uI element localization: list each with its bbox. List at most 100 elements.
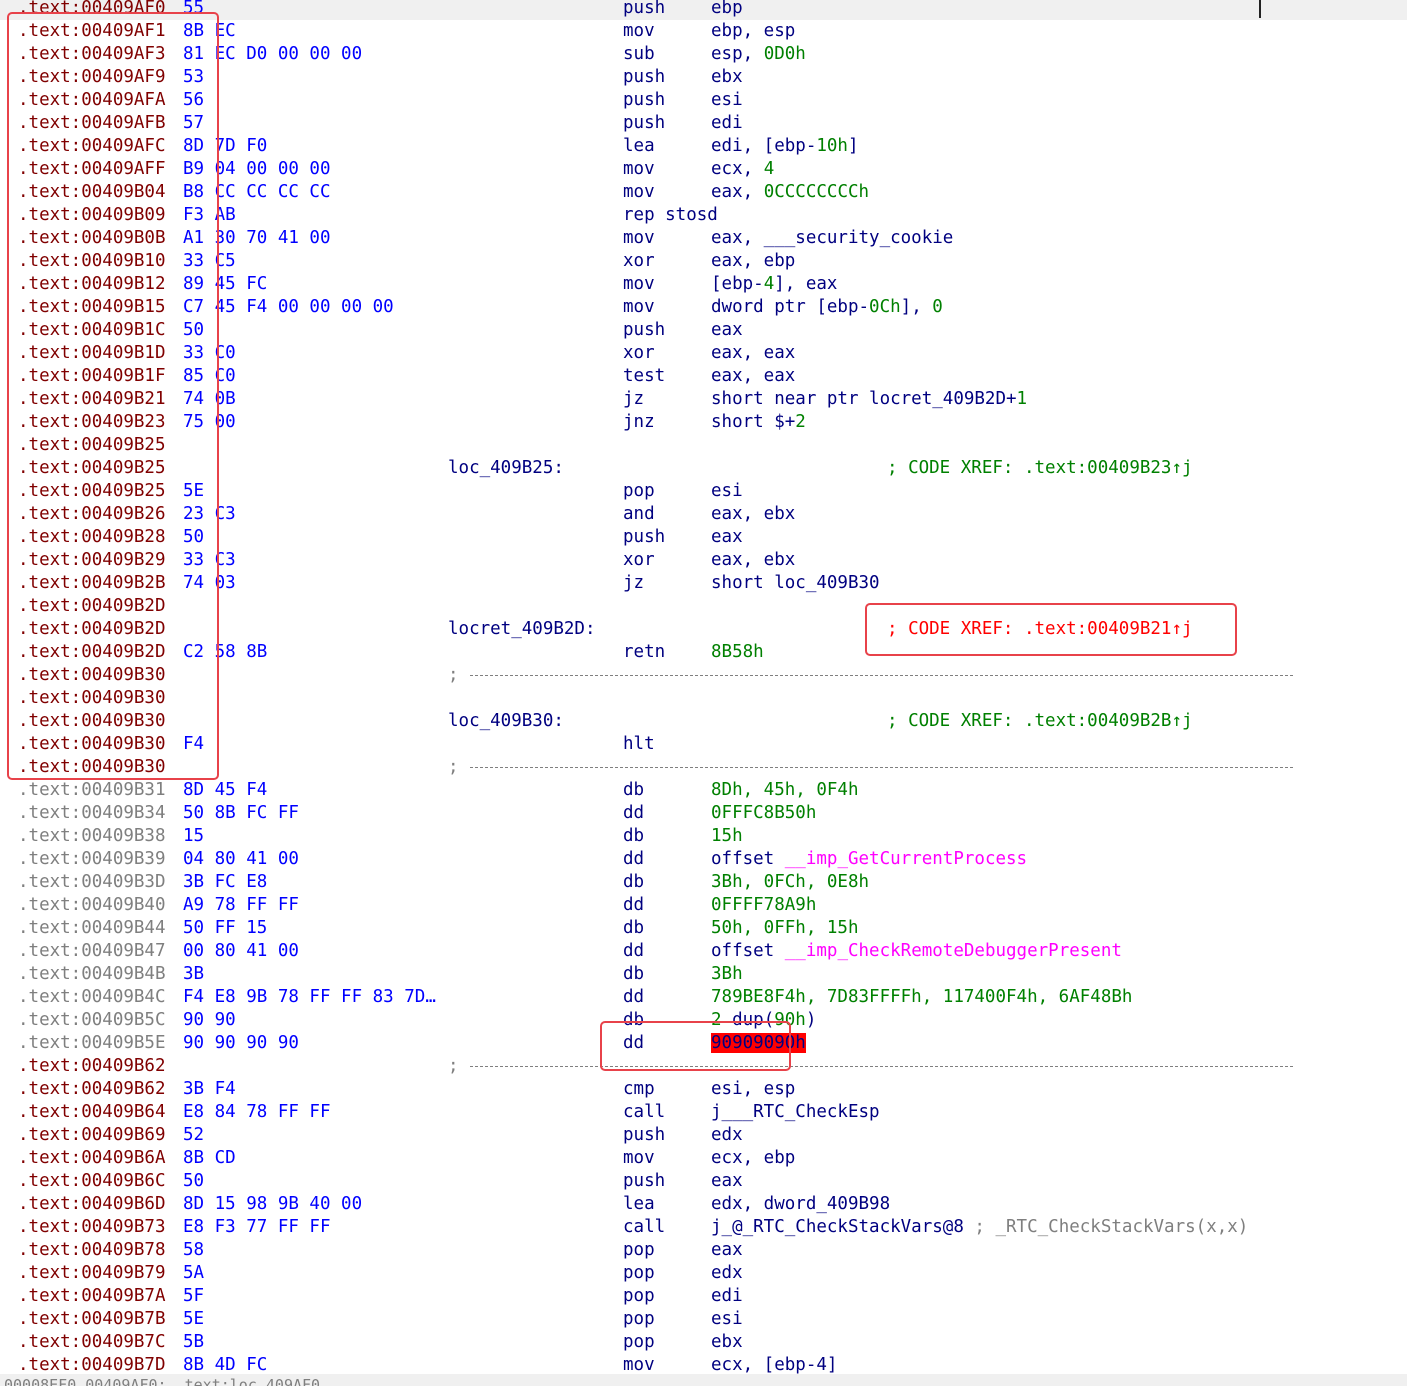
operand-token[interactable]: 0FFFF78A9h	[711, 895, 816, 915]
row-mnemonic[interactable]: jz	[623, 572, 644, 595]
listing-row[interactable]: .text:00409B38 15 db 15h	[0, 825, 1407, 848]
listing-row[interactable]: .text:00409B73 E8 F3 77 FF FF call j_@_RTC_…	[0, 1216, 1407, 1239]
listing-row[interactable]: .text:00409B25 loc_409B25: ; CODE XREF: .t…	[0, 457, 1407, 480]
row-address[interactable]: .text:00409B79	[18, 1262, 166, 1285]
row-mnemonic[interactable]: dd	[623, 1032, 644, 1055]
operand-token[interactable]: eax	[711, 527, 743, 547]
disassembly-listing[interactable]: .text:00409AF0 55 push ebp .text:00409AF1 8B …	[0, 0, 1407, 1382]
row-address[interactable]: .text:00409B34	[18, 802, 166, 825]
row-operands[interactable]: short loc_409B30	[711, 572, 880, 595]
row-mnemonic[interactable]: db	[623, 779, 644, 802]
row-address[interactable]: .text:00409B29	[18, 549, 166, 572]
row-address[interactable]: .text:00409B31	[18, 779, 166, 802]
row-mnemonic[interactable]: pop	[623, 1285, 655, 1308]
row-mnemonic[interactable]: xor	[623, 342, 655, 365]
row-address[interactable]: .text:00409B2D	[18, 618, 166, 641]
row-mnemonic[interactable]: push	[623, 1170, 665, 1193]
row-operands[interactable]: short near ptr locret_409B2D+1	[711, 388, 1027, 411]
operand-token[interactable]: 789BE8F4h, 7D83FFFFh, 117400F4h, 6AF48Bh	[711, 987, 1132, 1007]
listing-row[interactable]: .text:00409AFC 8D 7D F0 lea edi, [ebp-10h]	[0, 135, 1407, 158]
row-address[interactable]: .text:00409B44	[18, 917, 166, 940]
operand-token[interactable]: edi	[711, 1286, 743, 1306]
row-address[interactable]: .text:00409B30	[18, 710, 166, 733]
row-mnemonic[interactable]: call	[623, 1216, 665, 1239]
row-mnemonic[interactable]: db	[623, 871, 644, 894]
row-operands[interactable]: esi	[711, 1308, 743, 1331]
row-operands[interactable]: ebx	[711, 66, 743, 89]
row-operands[interactable]: eax	[711, 1239, 743, 1262]
listing-row[interactable]: .text:00409AFF B9 04 00 00 00 mov ecx, 4	[0, 158, 1407, 181]
operand-token[interactable]: eax, eax	[711, 343, 795, 363]
listing-row[interactable]: .text:00409B30;	[0, 756, 1407, 779]
operand-token[interactable]: edx	[711, 1125, 743, 1145]
operand-token[interactable]: 4	[764, 274, 775, 294]
row-operands[interactable]: eax, eax	[711, 365, 795, 388]
listing-row[interactable]: .text:00409B2D C2 58 8B retn 8B58h	[0, 641, 1407, 664]
operand-token[interactable]: edx, dword_409B98	[711, 1194, 890, 1214]
row-address[interactable]: .text:00409B7C	[18, 1331, 166, 1354]
operand-token[interactable]: 15h	[711, 826, 743, 846]
listing-row[interactable]: .text:00409B79 5A pop edx	[0, 1262, 1407, 1285]
xref-comment[interactable]: ; CODE XREF: .text:00409B2B↑j	[887, 710, 1193, 733]
row-operands[interactable]: eax	[711, 526, 743, 549]
row-mnemonic[interactable]: pop	[623, 1262, 655, 1285]
operand-token[interactable]: eax, ebp	[711, 251, 795, 271]
listing-row[interactable]: .text:00409B10 33 C5 xor eax, ebp	[0, 250, 1407, 273]
row-mnemonic[interactable]: push	[623, 1124, 665, 1147]
listing-row[interactable]: .text:00409AFA 56 push esi	[0, 89, 1407, 112]
row-address[interactable]: .text:00409B10	[18, 250, 166, 273]
row-address[interactable]: .text:00409B4B	[18, 963, 166, 986]
operand-token[interactable]: edx	[711, 1263, 743, 1283]
listing-row[interactable]: .text:00409B4C F4 E8 9B 78 FF FF 83 7D… dd…	[0, 986, 1407, 1009]
row-mnemonic[interactable]: push	[623, 0, 665, 20]
row-address[interactable]: .text:00409B28	[18, 526, 166, 549]
row-operands[interactable]: ecx, 4	[711, 158, 774, 181]
listing-row[interactable]: .text:00409B69 52 push edx	[0, 1124, 1407, 1147]
row-operands[interactable]: eax, eax	[711, 342, 795, 365]
row-address[interactable]: .text:00409AF1	[18, 20, 166, 43]
row-address[interactable]: .text:00409B73	[18, 1216, 166, 1239]
row-mnemonic[interactable]: lea	[623, 135, 655, 158]
row-operands[interactable]: edi, [ebp-10h]	[711, 135, 859, 158]
row-mnemonic[interactable]: sub	[623, 43, 655, 66]
xref-comment[interactable]: ; CODE XREF: .text:00409B21↑j	[887, 618, 1193, 641]
listing-row[interactable]: .text:00409B7A 5F pop edi	[0, 1285, 1407, 1308]
row-address[interactable]: .text:00409B2B	[18, 572, 166, 595]
listing-row[interactable]: .text:00409B1F 85 C0 test eax, eax	[0, 365, 1407, 388]
row-operands[interactable]: 0FFFF78A9h	[711, 894, 816, 917]
code-label[interactable]: loc_409B30:	[448, 710, 564, 733]
row-address[interactable]: .text:00409B25	[18, 457, 166, 480]
listing-row[interactable]: .text:00409B39 04 80 41 00 dd offset __imp_…	[0, 848, 1407, 871]
row-mnemonic[interactable]: test	[623, 365, 665, 388]
operand-token[interactable]: esi	[711, 1309, 743, 1329]
row-address[interactable]: .text:00409B7A	[18, 1285, 166, 1308]
row-operands[interactable]: offset __imp_GetCurrentProcess	[711, 848, 1027, 871]
listing-row[interactable]: .text:00409B25	[0, 434, 1407, 457]
row-mnemonic[interactable]: mov	[623, 1147, 655, 1170]
row-address[interactable]: .text:00409AF0	[18, 0, 166, 20]
row-operands[interactable]: edx, dword_409B98	[711, 1193, 890, 1216]
row-mnemonic[interactable]: push	[623, 66, 665, 89]
row-address[interactable]: .text:00409AF9	[18, 66, 166, 89]
row-address[interactable]: .text:00409B3D	[18, 871, 166, 894]
operand-token[interactable]: ebp	[711, 0, 743, 18]
listing-row[interactable]: .text:00409B44 50 FF 15 db 50h, 0FFh, 15h	[0, 917, 1407, 940]
row-address[interactable]: .text:00409B7B	[18, 1308, 166, 1331]
row-address[interactable]: .text:00409B0B	[18, 227, 166, 250]
xref-comment[interactable]: ; CODE XREF: .text:00409B23↑j	[887, 457, 1193, 480]
listing-row[interactable]: .text:00409AFB 57 push edi	[0, 112, 1407, 135]
operand-token[interactable]: eax, ___security_cookie	[711, 228, 953, 248]
operand-token[interactable]: esi, esp	[711, 1079, 795, 1099]
row-address[interactable]: .text:00409B2D	[18, 641, 166, 664]
row-operands[interactable]: 3Bh	[711, 963, 743, 986]
code-label[interactable]: loc_409B25:	[448, 457, 564, 480]
operand-token[interactable]: 1	[1017, 389, 1028, 409]
row-address[interactable]: .text:00409AFB	[18, 112, 166, 135]
row-operands[interactable]: ebx	[711, 1331, 743, 1354]
listing-row[interactable]: .text:00409B30	[0, 687, 1407, 710]
listing-row[interactable]: .text:00409B2B 74 03 jz short loc_409B30	[0, 572, 1407, 595]
row-operands[interactable]: edx	[711, 1262, 743, 1285]
listing-row[interactable]: .text:00409B1C 50 push eax	[0, 319, 1407, 342]
listing-row[interactable]: .text:00409B2D locret_409B2D: ; CODE XREF:…	[0, 618, 1407, 641]
row-address[interactable]: .text:00409B1F	[18, 365, 166, 388]
